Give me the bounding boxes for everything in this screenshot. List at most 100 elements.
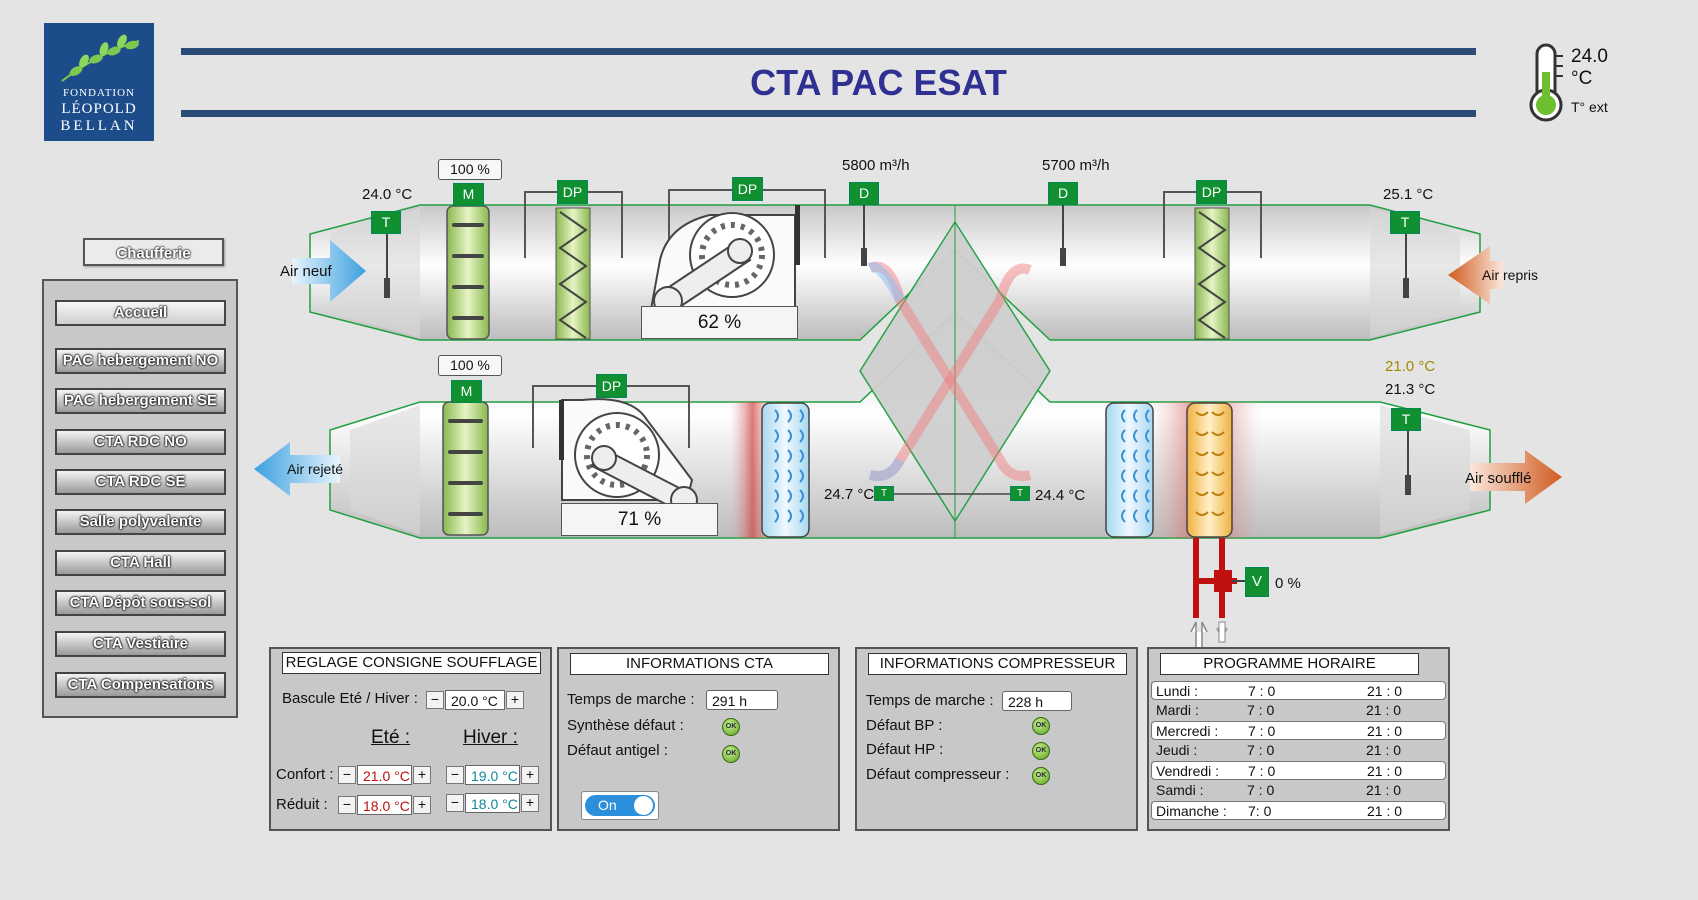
valve-value: 0 %	[1275, 575, 1301, 592]
damper-bottom-value: 100 %	[438, 355, 502, 376]
debit-sensor-1[interactable]: D	[849, 182, 879, 205]
schedule-day: Jeudi :	[1156, 742, 1198, 758]
debit-2: 5700 m³/h	[1042, 157, 1110, 174]
dp-fan-bottom[interactable]: DP	[596, 374, 627, 398]
comp-bp-status: OK	[1032, 717, 1050, 735]
schedule-day: Dimanche :	[1156, 803, 1227, 819]
fan-top-speed: 62 %	[641, 306, 798, 339]
info-compresseur-panel: INFORMATIONS COMPRESSEUR Temps de marche…	[855, 647, 1138, 831]
sensor-t-air-repris[interactable]: T	[1390, 211, 1420, 234]
soufflage-title: REGLAGE CONSIGNE SOUFFLAGE	[282, 652, 541, 674]
temp-consigne: 21.0 °C	[1385, 358, 1436, 375]
ete-header: Eté :	[371, 727, 411, 748]
schedule-day: Lundi :	[1156, 683, 1199, 699]
dp-filter-top-right[interactable]: DP	[1196, 180, 1227, 204]
reduit-hiver-plus-button[interactable]: +	[521, 794, 539, 812]
schedule-day: Samdi :	[1156, 782, 1204, 798]
schedule-day: Mardi :	[1156, 702, 1199, 718]
cta-on-toggle[interactable]: On	[581, 791, 659, 820]
bascule-minus-button[interactable]: −	[426, 691, 444, 709]
damper-m-top[interactable]: M	[453, 183, 484, 206]
programme-title: PROGRAMME HORAIRE	[1160, 653, 1419, 675]
debit-1: 5800 m³/h	[842, 157, 910, 174]
schedule-row[interactable]: Dimanche : 7: 0 21 : 0	[1151, 801, 1446, 820]
schedule-end: 21 : 0	[1367, 763, 1403, 779]
reduit-ete-value[interactable]: 18.0 °C	[357, 795, 412, 815]
schedule-row[interactable]: Lundi : 7 : 0 21 : 0	[1151, 681, 1446, 700]
info-cta-title: INFORMATIONS CTA	[570, 653, 829, 675]
schedule-end: 21 : 0	[1367, 803, 1403, 819]
toggle-label: On	[598, 797, 617, 813]
toggle-knob	[634, 796, 653, 815]
sensor-t-air-neuf[interactable]: T	[371, 211, 401, 234]
soufflage-panel: REGLAGE CONSIGNE SOUFFLAGE Bascule Eté /…	[269, 647, 552, 831]
reduit-ete-minus-button[interactable]: −	[338, 796, 356, 814]
comp-temps-value: 228 h	[1002, 691, 1072, 711]
confort-hiver-plus-button[interactable]: +	[521, 766, 539, 784]
reduit-label: Réduit :	[276, 796, 328, 813]
temp-souffle: 21.3 °C	[1385, 381, 1436, 398]
comp-hp-status: OK	[1032, 742, 1050, 760]
cta-synthese-label: Synthèse défaut :	[567, 717, 684, 734]
temp-air-repris: 25.1 °C	[1383, 186, 1434, 203]
air-souffle-label: Air soufflé	[1465, 470, 1532, 487]
comp-temps-label: Temps de marche :	[866, 692, 994, 709]
air-neuf-label: Air neuf	[280, 263, 332, 280]
sensor-t-souffle[interactable]: T	[1391, 408, 1421, 431]
damper-m-bottom[interactable]: M	[451, 380, 482, 403]
confort-hiver-minus-button[interactable]: −	[446, 766, 464, 784]
cta-temps-value: 291 h	[706, 690, 778, 710]
schedule-start: 7 : 0	[1247, 702, 1275, 718]
schedule-day: Vendredi :	[1156, 763, 1220, 779]
temp-recup-left: 24.7 °C	[824, 486, 875, 503]
schedule-row[interactable]: Vendredi : 7 : 0 21 : 0	[1151, 761, 1446, 780]
fan-bottom-speed: 71 %	[561, 503, 718, 536]
schedule-row[interactable]: Mercredi : 7 : 0 21 : 0	[1151, 721, 1446, 740]
info-comp-title: INFORMATIONS COMPRESSEUR	[868, 653, 1127, 675]
schedule-day: Mercredi :	[1156, 723, 1219, 739]
sensor-t-recup-right[interactable]: T	[1010, 486, 1030, 501]
cta-temps-label: Temps de marche :	[567, 691, 695, 708]
reduit-ete-plus-button[interactable]: +	[413, 796, 431, 814]
programme-panel: PROGRAMME HORAIRE Lundi : 7 : 0 21 : 0 M…	[1147, 647, 1450, 831]
debit-sensor-2[interactable]: D	[1048, 182, 1078, 205]
valve-v[interactable]: V	[1245, 567, 1269, 597]
comp-bp-label: Défaut BP :	[866, 717, 943, 734]
confort-ete-plus-button[interactable]: +	[413, 766, 431, 784]
comp-defaut-label: Défaut compresseur :	[866, 766, 1010, 783]
air-rejete-label: Air rejeté	[287, 461, 344, 477]
schedule-start: 7 : 0	[1248, 763, 1276, 779]
bascule-label: Bascule Eté / Hiver :	[282, 690, 418, 707]
reduit-hiver-value[interactable]: 18.0 °C	[465, 793, 520, 813]
cta-antigel-label: Défaut antigel :	[567, 742, 668, 759]
confort-ete-value[interactable]: 21.0 °C	[357, 765, 412, 785]
schedule-row[interactable]: Samdi : 7 : 0 21 : 0	[1151, 781, 1451, 800]
comp-defaut-status: OK	[1032, 767, 1050, 785]
schedule-start: 7: 0	[1248, 803, 1272, 819]
schedule-end: 21 : 0	[1366, 742, 1402, 758]
bascule-plus-button[interactable]: +	[506, 691, 524, 709]
dp-fan-top[interactable]: DP	[732, 177, 763, 201]
reduit-hiver-minus-button[interactable]: −	[446, 794, 464, 812]
cta-synthese-status: OK	[722, 718, 740, 736]
temp-air-neuf: 24.0 °C	[362, 186, 413, 203]
schedule-start: 7 : 0	[1248, 723, 1276, 739]
cta-antigel-status: OK	[722, 745, 740, 763]
confort-ete-minus-button[interactable]: −	[338, 766, 356, 784]
comp-hp-label: Défaut HP :	[866, 741, 944, 758]
sensor-t-recup-left[interactable]: T	[874, 486, 894, 501]
damper-top-value: 100 %	[438, 159, 502, 180]
info-cta-panel: INFORMATIONS CTA Temps de marche : 291 h…	[557, 647, 840, 831]
schedule-end: 21 : 0	[1366, 782, 1402, 798]
bascule-value[interactable]: 20.0 °C	[445, 690, 505, 710]
air-repris-label: Air repris	[1482, 267, 1539, 283]
schedule-row[interactable]: Mardi : 7 : 0 21 : 0	[1151, 701, 1451, 720]
schedule-start: 7 : 0	[1248, 683, 1276, 699]
confort-hiver-value[interactable]: 19.0 °C	[465, 765, 520, 785]
schedule-end: 21 : 0	[1366, 702, 1402, 718]
schedule-row[interactable]: Jeudi : 7 : 0 21 : 0	[1151, 741, 1451, 760]
dp-filter-top-left[interactable]: DP	[557, 180, 588, 204]
schedule-start: 7 : 0	[1247, 782, 1275, 798]
temp-recup-right: 24.4 °C	[1035, 487, 1086, 504]
confort-label: Confort :	[276, 766, 334, 783]
